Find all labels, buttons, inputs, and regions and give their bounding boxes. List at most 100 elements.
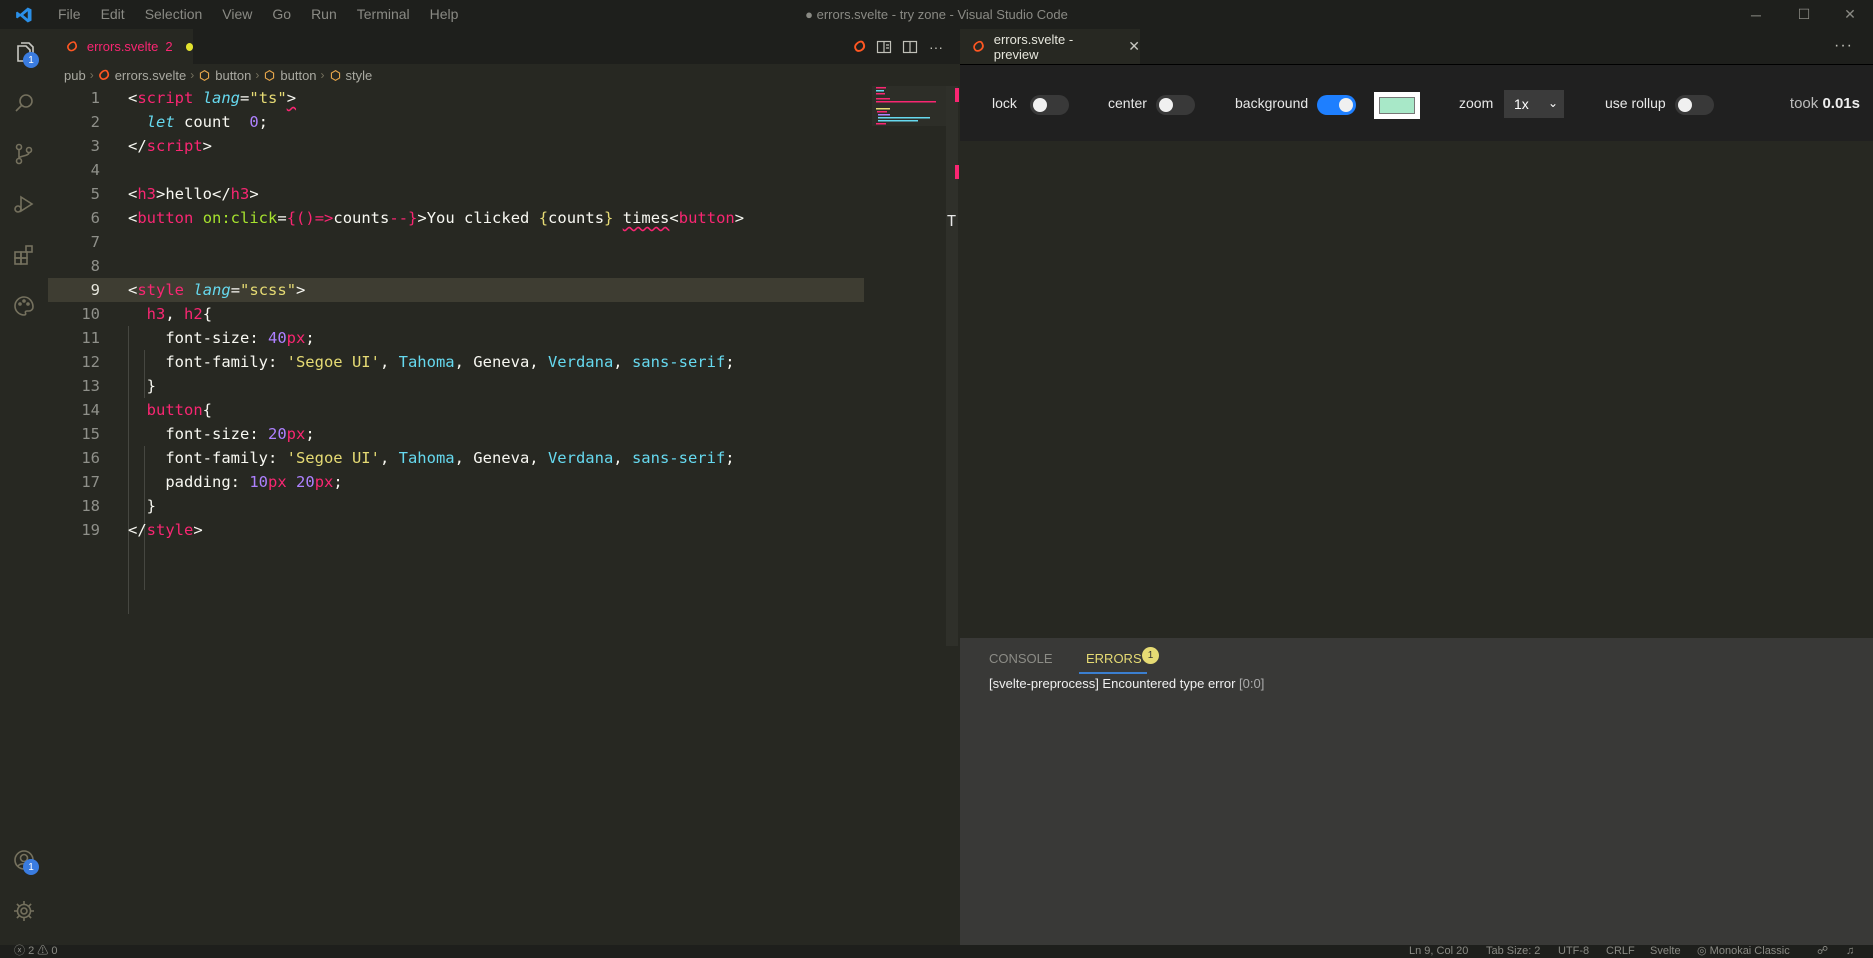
- search-icon[interactable]: [0, 79, 48, 127]
- error-text: [svelte-preprocess] Encountered type err…: [989, 676, 1236, 691]
- code-line[interactable]: 16 font-family: 'Segoe UI', Tahoma, Gene…: [48, 446, 864, 470]
- code-line[interactable]: 18 }: [48, 494, 864, 518]
- breadcrumb-element[interactable]: button: [215, 68, 251, 83]
- tab-size[interactable]: Tab Size: 2: [1486, 945, 1540, 958]
- code-line[interactable]: 5 <h3>hello</h3>: [48, 182, 864, 206]
- use-rollup-label: use rollup: [1605, 95, 1666, 111]
- close-icon[interactable]: ✕: [1128, 38, 1140, 55]
- line-ending[interactable]: CRLF: [1606, 945, 1635, 958]
- more-actions-icon[interactable]: ···: [927, 38, 945, 56]
- code-line[interactable]: 3 </script>: [48, 134, 864, 158]
- minimap[interactable]: [872, 86, 948, 126]
- code-line[interactable]: 13 }: [48, 374, 864, 398]
- minimize-button[interactable]: ─: [1733, 0, 1779, 29]
- breadcrumb: pub › errors.svelte › button › button › …: [48, 64, 960, 86]
- code-text: padding: 10px 20px;: [128, 473, 343, 491]
- preview-canvas[interactable]: [960, 141, 1873, 638]
- symbol-element-icon: [200, 69, 210, 81]
- problems-status[interactable]: ⓧ 2 ⚠ 0: [14, 945, 57, 958]
- code-editor[interactable]: 1 <script lang="ts"> 2 let count 0; 3 </scri…: [48, 86, 960, 945]
- code-text: let count 0;: [146, 113, 269, 131]
- menu-view[interactable]: View: [212, 0, 262, 29]
- feedback-icon[interactable]: ☍: [1817, 945, 1828, 958]
- open-preview-icon[interactable]: [875, 38, 893, 56]
- vscode-window: File Edit Selection View Go Run Terminal Help ●…: [0, 0, 1873, 958]
- code-line[interactable]: 17 padding: 10px 20px;: [48, 470, 864, 494]
- code-text: button{: [146, 401, 213, 419]
- explorer-icon[interactable]: 1: [0, 29, 48, 77]
- line-number: 12: [81, 353, 100, 371]
- breadcrumb-element[interactable]: style: [346, 68, 373, 83]
- code-text: h3, h2{: [146, 305, 213, 323]
- maximize-button[interactable]: ☐: [1781, 0, 1827, 29]
- menu-help[interactable]: Help: [420, 0, 469, 29]
- code-line[interactable]: 1 <script lang="ts">: [48, 86, 864, 110]
- breadcrumb-element[interactable]: button: [280, 68, 316, 83]
- code-text: <script lang="ts">: [128, 89, 297, 107]
- close-window-button[interactable]: ✕: [1827, 0, 1873, 29]
- cursor-position[interactable]: Ln 9, Col 20: [1409, 945, 1468, 958]
- theme-status[interactable]: ◎ Monokai Classic: [1697, 945, 1790, 958]
- lock-toggle[interactable]: [1030, 95, 1069, 115]
- code-line[interactable]: 19 </style>: [48, 518, 864, 542]
- code-line[interactable]: 15 font-size: 20px;: [48, 422, 864, 446]
- tab-console[interactable]: CONSOLE: [989, 651, 1053, 666]
- vscode-logo-icon[interactable]: [0, 0, 48, 29]
- line-number: 8: [90, 257, 100, 275]
- run-debug-icon[interactable]: [0, 180, 48, 228]
- more-actions-icon[interactable]: ···: [1834, 37, 1853, 55]
- code-line[interactable]: 6 <button on:click={()=>counts--}>You cli…: [48, 206, 864, 230]
- code-text: </script>: [128, 137, 213, 155]
- background-toggle[interactable]: [1317, 95, 1356, 115]
- svelte-preview-icon[interactable]: [851, 38, 869, 56]
- menu-edit[interactable]: Edit: [91, 0, 135, 29]
- breadcrumb-file[interactable]: errors.svelte: [115, 68, 187, 83]
- unsaved-dot-icon[interactable]: [185, 42, 193, 51]
- code-line[interactable]: 11 font-size: 40px;: [48, 326, 864, 350]
- code-line[interactable]: 9 <style lang="scss">: [48, 278, 864, 302]
- tab-errors-svelte[interactable]: errors.svelte 2: [48, 29, 193, 64]
- menu-terminal[interactable]: Terminal: [347, 0, 420, 29]
- svelte-file-icon: [67, 40, 77, 51]
- status-bar: ⓧ 2 ⚠ 0 Ln 9, Col 20 Tab Size: 2 UTF-8 C…: [0, 945, 1873, 958]
- line-number: 7: [90, 233, 100, 251]
- tab-problem-count: 2: [165, 39, 173, 54]
- code-line[interactable]: 14 button{: [48, 398, 864, 422]
- palette-icon[interactable]: [0, 282, 48, 330]
- extensions-icon[interactable]: [0, 231, 48, 279]
- zoom-select[interactable]: 1x ⌄: [1504, 90, 1564, 118]
- errors-count-badge: 1: [1142, 647, 1159, 664]
- tab-errors[interactable]: ERRORS: [1086, 651, 1142, 666]
- code-line[interactable]: 12 font-family: 'Segoe UI', Tahoma, Gene…: [48, 350, 864, 374]
- line-number: 11: [81, 329, 100, 347]
- encoding[interactable]: UTF-8: [1558, 945, 1589, 958]
- background-color-picker[interactable]: [1374, 92, 1420, 119]
- line-number: 15: [81, 425, 100, 443]
- line-number: 1: [90, 89, 100, 107]
- settings-gear-icon[interactable]: [0, 887, 48, 935]
- error-circle-icon: ⓧ: [14, 945, 25, 957]
- line-number: 16: [81, 449, 100, 467]
- use-rollup-toggle[interactable]: [1675, 95, 1714, 115]
- code-line[interactable]: 4: [48, 158, 864, 182]
- source-control-icon[interactable]: [0, 130, 48, 178]
- code-line[interactable]: 8: [48, 254, 864, 278]
- code-line[interactable]: 2 let count 0;: [48, 110, 864, 134]
- cursor-marker: T: [947, 212, 957, 230]
- menu-bar: File Edit Selection View Go Run Terminal Help: [48, 0, 468, 29]
- menu-file[interactable]: File: [48, 0, 91, 29]
- menu-run[interactable]: Run: [301, 0, 347, 29]
- language-mode[interactable]: Svelte: [1650, 945, 1681, 958]
- menu-selection[interactable]: Selection: [135, 0, 213, 29]
- code-text: }: [128, 497, 156, 515]
- explorer-badge: 1: [23, 52, 39, 68]
- accounts-icon[interactable]: 1: [0, 836, 48, 884]
- split-editor-icon[interactable]: [901, 38, 919, 56]
- code-line[interactable]: 10 h3, h2{: [48, 302, 864, 326]
- notifications-bell-icon[interactable]: ♫: [1846, 945, 1854, 958]
- breadcrumb-folder[interactable]: pub: [64, 68, 86, 83]
- menu-go[interactable]: Go: [262, 0, 301, 29]
- tab-preview[interactable]: errors.svelte - preview ✕: [960, 29, 1140, 64]
- code-line[interactable]: 7: [48, 230, 864, 254]
- center-toggle[interactable]: [1156, 95, 1195, 115]
